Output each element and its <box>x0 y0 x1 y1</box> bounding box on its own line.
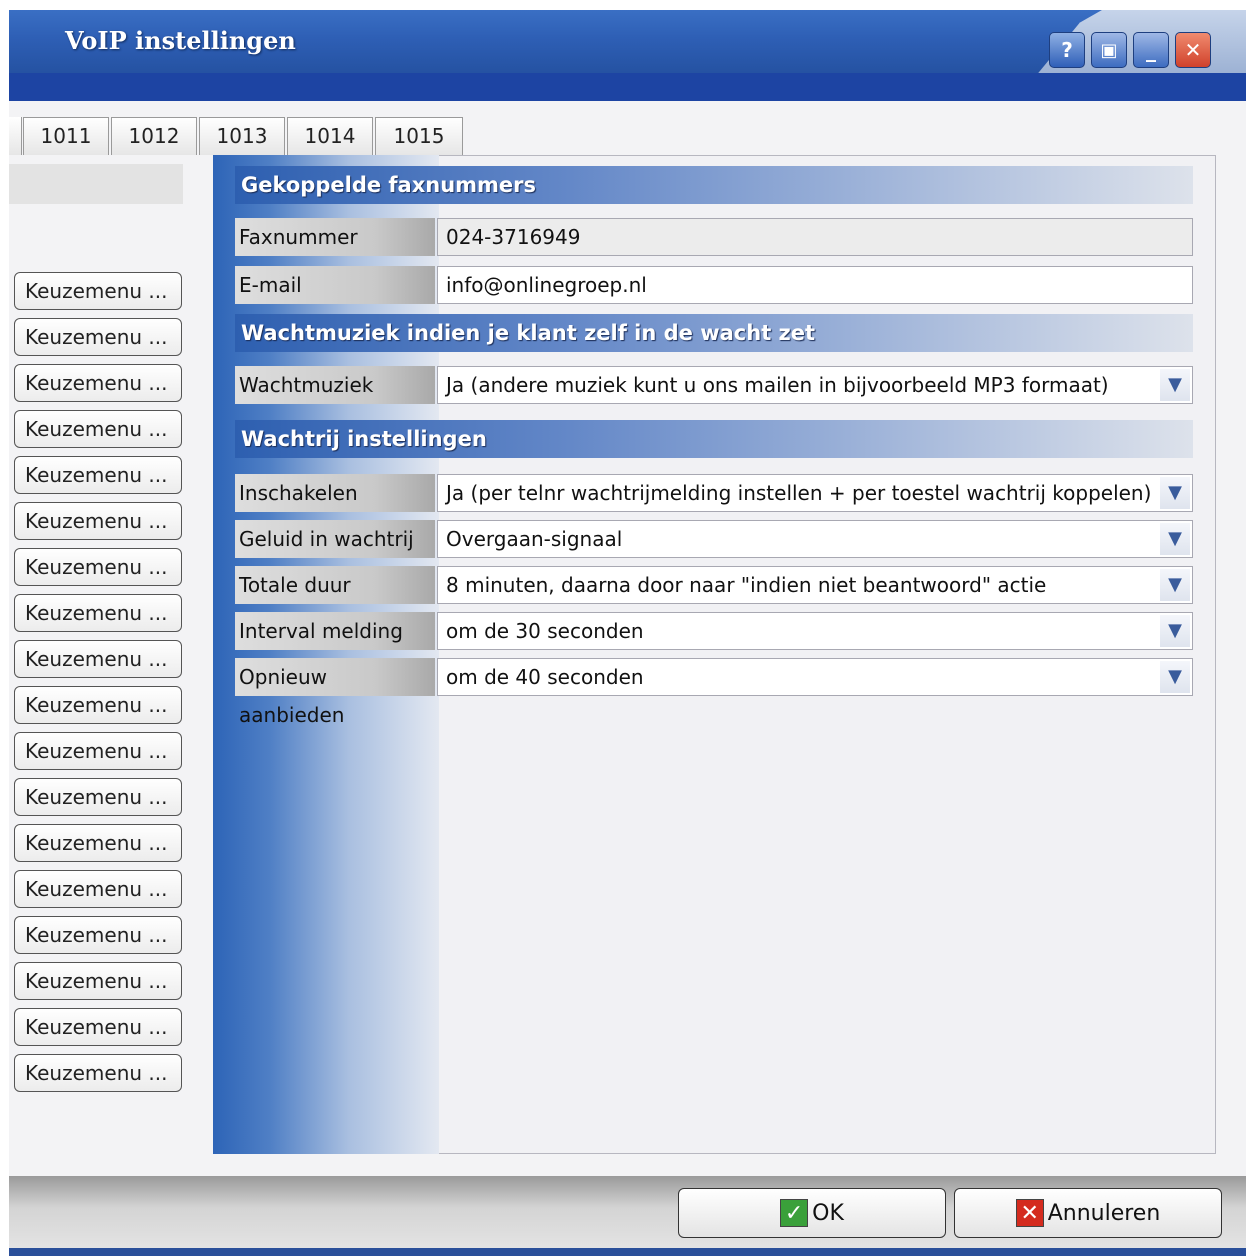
section-queue-header: Wachtrij instellingen <box>235 420 1193 458</box>
faxnummer-field: 024-3716949 <box>437 218 1193 256</box>
totale-duur-label: Totale duur <box>235 566 435 604</box>
keuzemenu-button[interactable]: Keuzemenu ... <box>14 272 182 310</box>
nav-band <box>9 73 1246 101</box>
faxnummer-label: Faxnummer <box>235 218 435 256</box>
keuzemenu-button[interactable]: Keuzemenu ... <box>14 594 182 632</box>
keuzemenu-button[interactable]: Keuzemenu ... <box>14 732 182 770</box>
minimize-icon: _ <box>1146 38 1156 62</box>
tab-1013[interactable]: 1013 <box>199 117 285 155</box>
cancel-label: Annuleren <box>1047 1200 1161 1226</box>
opnieuw-label: Opnieuw aanbieden <box>235 658 435 727</box>
keuzemenu-button[interactable]: Keuzemenu ... <box>14 778 182 816</box>
keuzemenu-button[interactable]: Keuzemenu ... <box>14 456 182 494</box>
check-icon: ✓ <box>780 1199 809 1227</box>
totale-duur-select[interactable]: 8 minuten, daarna door naar "indien niet… <box>437 566 1193 604</box>
minimize-button[interactable]: _ <box>1133 32 1169 68</box>
keuzemenu-button[interactable]: Keuzemenu ... <box>14 548 182 586</box>
geluid-label: Geluid in wachtrij <box>235 520 435 558</box>
interval-value: om de 30 seconden <box>446 619 644 643</box>
email-value: info@onlinegroep.nl <box>446 273 647 297</box>
ok-button[interactable]: ✓ OK <box>678 1188 946 1238</box>
keuzemenu-button[interactable]: Keuzemenu ... <box>14 916 182 954</box>
side-menu-header <box>9 164 183 204</box>
voip-settings-window: VoIP instellingen ? ▣ _ ✕ 1011 1012 1013… <box>9 0 1246 1256</box>
section-music-header: Wachtmuziek indien je klant zelf in de w… <box>235 314 1193 352</box>
restore-button[interactable]: ▣ <box>1091 32 1127 68</box>
inschakelen-value: Ja (per telnr wachtrijmelding instellen … <box>446 481 1152 505</box>
wachtmuziek-value: Ja (andere muziek kunt u ons mailen in b… <box>446 373 1109 397</box>
restore-icon: ▣ <box>1100 39 1118 61</box>
keuzemenu-button[interactable]: Keuzemenu ... <box>14 318 182 356</box>
keuzemenu-button[interactable]: Keuzemenu ... <box>14 1054 182 1092</box>
keuzemenu-button[interactable]: Keuzemenu ... <box>14 962 182 1000</box>
footer-line <box>9 1248 1246 1256</box>
chevron-down-icon[interactable]: ▼ <box>1160 477 1190 509</box>
close-icon: ✕ <box>1184 38 1202 62</box>
opnieuw-select[interactable]: om de 40 seconden ▼ <box>437 658 1193 696</box>
interval-select[interactable]: om de 30 seconden ▼ <box>437 612 1193 650</box>
wachtmuziek-label: Wachtmuziek <box>235 366 435 404</box>
geluid-value: Overgaan-signaal <box>446 527 623 551</box>
top-strip <box>9 0 1246 10</box>
help-button[interactable]: ? <box>1049 32 1085 68</box>
keuzemenu-button[interactable]: Keuzemenu ... <box>14 364 182 402</box>
keuzemenu-button[interactable]: Keuzemenu ... <box>14 1008 182 1046</box>
keuzemenu-button[interactable]: Keuzemenu ... <box>14 686 182 724</box>
geluid-select[interactable]: Overgaan-signaal ▼ <box>437 520 1193 558</box>
tab-1015[interactable]: 1015 <box>375 117 463 155</box>
chevron-down-icon[interactable]: ▼ <box>1160 661 1190 693</box>
close-button[interactable]: ✕ <box>1175 32 1211 68</box>
keuzemenu-button[interactable]: Keuzemenu ... <box>14 870 182 908</box>
chevron-down-icon[interactable]: ▼ <box>1160 369 1190 401</box>
keuzemenu-button[interactable]: Keuzemenu ... <box>14 502 182 540</box>
tab-1011[interactable]: 1011 <box>23 117 109 155</box>
tab-1012[interactable]: 1012 <box>111 117 197 155</box>
panel-left-gradient <box>213 155 439 1154</box>
keuzemenu-button[interactable]: Keuzemenu ... <box>14 640 182 678</box>
email-field[interactable]: info@onlinegroep.nl <box>437 266 1193 304</box>
inschakelen-label: Inschakelen <box>235 474 435 512</box>
inschakelen-select[interactable]: Ja (per telnr wachtrijmelding instellen … <box>437 474 1193 512</box>
keuzemenu-button[interactable]: Keuzemenu ... <box>14 410 182 448</box>
chevron-down-icon[interactable]: ▼ <box>1160 615 1190 647</box>
chevron-down-icon[interactable]: ▼ <box>1160 523 1190 555</box>
tab-1014[interactable]: 1014 <box>287 117 373 155</box>
chevron-down-icon[interactable]: ▼ <box>1160 569 1190 601</box>
faxnummer-value: 024-3716949 <box>446 225 581 249</box>
opnieuw-value: om de 40 seconden <box>446 665 644 689</box>
keuzemenu-button[interactable]: Keuzemenu ... <box>14 824 182 862</box>
wachtmuziek-select[interactable]: Ja (andere muziek kunt u ons mailen in b… <box>437 366 1193 404</box>
cancel-button[interactable]: ✕ Annuleren <box>954 1188 1222 1238</box>
interval-label: Interval melding <box>235 612 435 650</box>
ok-label: OK <box>812 1200 844 1226</box>
section-fax-header: Gekoppelde faxnummers <box>235 166 1193 204</box>
help-icon: ? <box>1061 38 1073 62</box>
window-title: VoIP instellingen <box>65 26 296 55</box>
email-label: E-mail <box>235 266 435 304</box>
totale-duur-value: 8 minuten, daarna door naar "indien niet… <box>446 573 1047 597</box>
x-icon: ✕ <box>1015 1199 1044 1227</box>
